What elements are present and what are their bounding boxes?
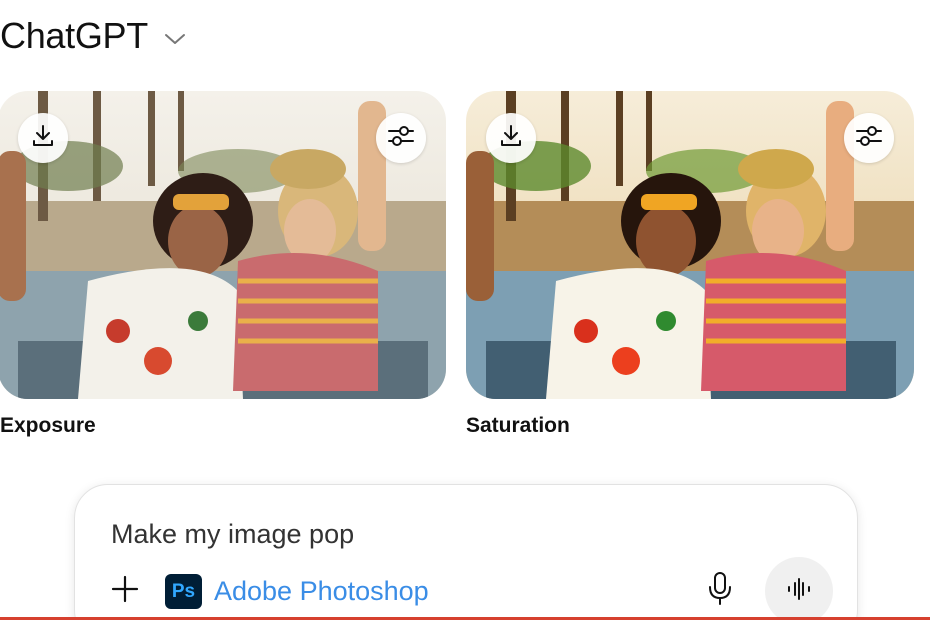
chevron-down-icon [162,26,188,52]
sliders-icon [855,123,883,154]
caption-saturation: Saturation [466,414,570,437]
image-card-saturation[interactable] [466,91,914,399]
sliders-icon [387,123,415,154]
voice-mode-icon [784,577,814,606]
plus-icon [110,574,140,609]
microphone-button[interactable] [703,571,737,611]
add-attachment-button[interactable] [107,573,143,609]
download-button[interactable] [18,113,68,163]
adjust-button[interactable] [376,113,426,163]
adjust-button[interactable] [844,113,894,163]
app-chip-photoshop[interactable]: Ps Adobe Photoshop [165,574,429,609]
prompt-input[interactable]: Make my image pop [111,519,354,550]
voice-mode-button[interactable] [765,557,833,620]
download-button[interactable] [486,113,536,163]
image-card-exposure[interactable] [0,91,446,399]
model-selector[interactable]: ChatGPT [0,14,188,58]
caption-exposure: Exposure [0,414,96,437]
download-icon [498,123,524,154]
message-composer[interactable]: Make my image pop Ps Adobe Photoshop [74,484,858,620]
photoshop-logo-icon: Ps [165,574,202,609]
page-title: ChatGPT [0,15,148,56]
app-chip-label: Adobe Photoshop [214,576,429,606]
microphone-icon [707,571,733,612]
download-icon [30,123,56,154]
